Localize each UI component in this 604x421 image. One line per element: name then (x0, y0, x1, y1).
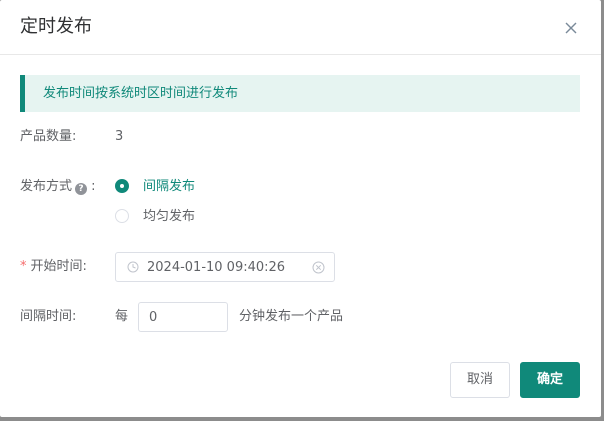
dialog-title: 定时发布 (20, 16, 92, 37)
product-count-value: 3 (115, 129, 124, 144)
schedule-publish-dialog: 定时发布 发布时间按系统时区时间进行发布 产品数量: 3 发布方式? : 间隔发… (0, 0, 601, 417)
radio-checked-icon[interactable] (115, 179, 129, 193)
timezone-notice: 发布时间按系统时区时间进行发布 (20, 75, 580, 112)
start-time-value: 2024-01-10 09:40:26 (147, 260, 286, 275)
confirm-button[interactable]: 确定 (520, 362, 580, 398)
clock-icon (127, 261, 139, 273)
notice-text: 发布时间按系统时区时间进行发布 (43, 86, 239, 101)
interval-minutes-input[interactable] (138, 302, 228, 332)
radio-uniform-label: 均匀发布 (143, 209, 196, 224)
cancel-button[interactable]: 取消 (450, 362, 510, 398)
clear-circle-icon[interactable] (312, 261, 325, 274)
dialog-header: 定时发布 (0, 0, 601, 55)
product-count-label: 产品数量: (20, 129, 77, 144)
start-time-label-text: 开始时间: (30, 259, 87, 274)
publish-mode-label-text: 发布方式 (20, 179, 73, 194)
interval-label: 间隔时间: (20, 309, 77, 324)
close-icon[interactable] (563, 20, 579, 36)
start-time-label: * 开始时间: (20, 258, 87, 275)
publish-mode-label: 发布方式? : (20, 178, 96, 195)
publish-mode-colon: : (91, 179, 96, 194)
radio-interval-label: 间隔发布 (143, 179, 196, 194)
interval-prefix: 每 (115, 309, 129, 324)
required-mark: * (20, 259, 27, 274)
start-time-picker[interactable]: 2024-01-10 09:40:26 (115, 252, 335, 282)
interval-suffix: 分钟发布一个产品 (239, 309, 344, 324)
radio-unchecked-icon[interactable] (115, 209, 129, 223)
question-circle-icon[interactable]: ? (75, 183, 88, 195)
